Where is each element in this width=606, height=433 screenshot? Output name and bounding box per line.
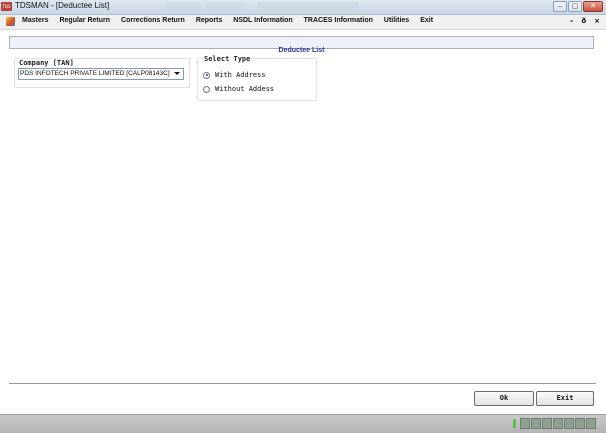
menu-items: Masters Regular Return Corrections Retur… <box>22 17 444 24</box>
radio-without-address-label[interactable]: Without Addess <box>215 85 274 93</box>
window-title: TDSMAN - [Deductee List] <box>15 1 110 10</box>
status-panel <box>520 418 530 429</box>
radio-with-address[interactable]: With Address <box>203 71 266 79</box>
radio-with-address-label[interactable]: With Address <box>215 71 266 79</box>
menu-bar: Masters Regular Return Corrections Retur… <box>0 15 606 30</box>
status-panel <box>575 418 585 429</box>
bottom-separator <box>9 383 596 385</box>
select-type-label: Select Type <box>203 55 252 63</box>
menu-traces-information[interactable]: TRACES Information <box>304 17 373 24</box>
mdi-restore-button[interactable]: ð <box>581 17 586 25</box>
status-panel <box>542 418 552 429</box>
menu-corrections-return[interactable]: Corrections Return <box>121 17 185 24</box>
company-label: Company [TAN] <box>19 59 74 67</box>
status-panel <box>586 418 596 429</box>
menu-reports[interactable]: Reports <box>196 17 222 24</box>
mdi-close-button[interactable]: × <box>594 17 600 25</box>
document-icon[interactable] <box>6 17 15 26</box>
radio-without-address[interactable]: Without Addess <box>203 85 274 93</box>
background-tab <box>258 2 358 10</box>
company-select[interactable]: PDS INFOTECH PRIVATE LIMITED [CALP08143C… <box>18 68 184 80</box>
close-button[interactable]: ✕ <box>583 1 603 12</box>
background-tab <box>165 2 201 10</box>
menu-masters[interactable]: Masters <box>22 17 48 24</box>
app-icon: TDS <box>1 2 12 11</box>
window-controls: – ▢ ✕ <box>552 1 603 12</box>
status-bar <box>0 414 606 433</box>
menu-regular-return[interactable]: Regular Return <box>59 17 110 24</box>
title-bar: TDS TDSMAN - [Deductee List] – ▢ ✕ <box>0 0 606 15</box>
status-panel <box>531 418 541 429</box>
ok-button[interactable]: Ok <box>474 391 534 406</box>
radio-button-unchecked[interactable] <box>203 85 210 93</box>
exit-button[interactable]: Exit <box>536 391 594 406</box>
menu-utilities[interactable]: Utilities <box>384 17 409 24</box>
minimize-button[interactable]: – <box>553 1 567 12</box>
menu-nsdl-information[interactable]: NSDL Information <box>233 17 292 24</box>
radio-button-checked[interactable] <box>203 71 210 79</box>
maximize-button[interactable]: ▢ <box>568 1 582 12</box>
status-indicator <box>513 419 516 428</box>
company-select-value: PDS INFOTECH PRIVATE LIMITED [CALP08143C… <box>20 70 170 77</box>
select-type-group <box>197 58 317 101</box>
status-panel <box>553 418 563 429</box>
status-panels <box>520 418 597 429</box>
status-panel <box>564 418 574 429</box>
form-header: Deductee List <box>9 36 594 54</box>
mdi-controls: – ð × <box>562 17 600 25</box>
form-title: Deductee List <box>278 47 325 54</box>
menu-exit[interactable]: Exit <box>420 17 433 24</box>
mdi-minimize-button[interactable]: – <box>570 17 574 25</box>
chevron-down-icon[interactable] <box>174 72 180 75</box>
background-tab <box>205 2 245 10</box>
